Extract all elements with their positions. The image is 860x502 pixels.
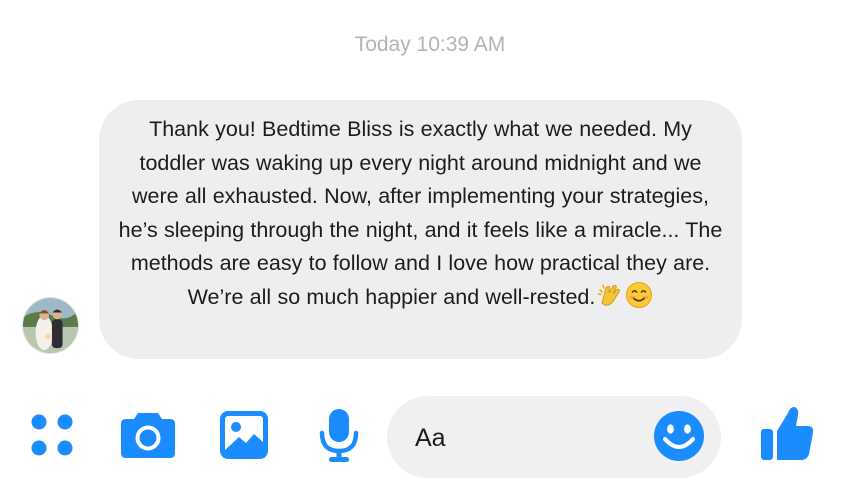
microphone-icon	[319, 409, 359, 462]
emoji-icon	[654, 411, 704, 461]
camera-button[interactable]	[119, 410, 177, 460]
microphone-button[interactable]	[318, 408, 360, 464]
avatar[interactable]	[22, 297, 79, 354]
smiling-face-emoji	[625, 281, 653, 309]
message-bubble: Thank you! Bedtime Bliss is exactly what…	[99, 100, 742, 359]
message-composer[interactable]	[387, 396, 721, 478]
apps-button[interactable]	[30, 413, 74, 457]
timestamp: Today 10:39 AM	[354, 33, 506, 56]
gallery-icon	[220, 411, 268, 459]
avatar-photo	[23, 298, 78, 353]
emoji-button[interactable]	[651, 408, 707, 469]
like-button[interactable]	[759, 404, 815, 462]
gallery-button[interactable]	[219, 410, 269, 460]
apps-icon	[31, 414, 73, 456]
thumbs-up-icon	[761, 407, 814, 460]
message-input[interactable]	[415, 418, 635, 458]
clapping-hands-emoji	[596, 281, 624, 309]
camera-icon	[121, 413, 175, 458]
